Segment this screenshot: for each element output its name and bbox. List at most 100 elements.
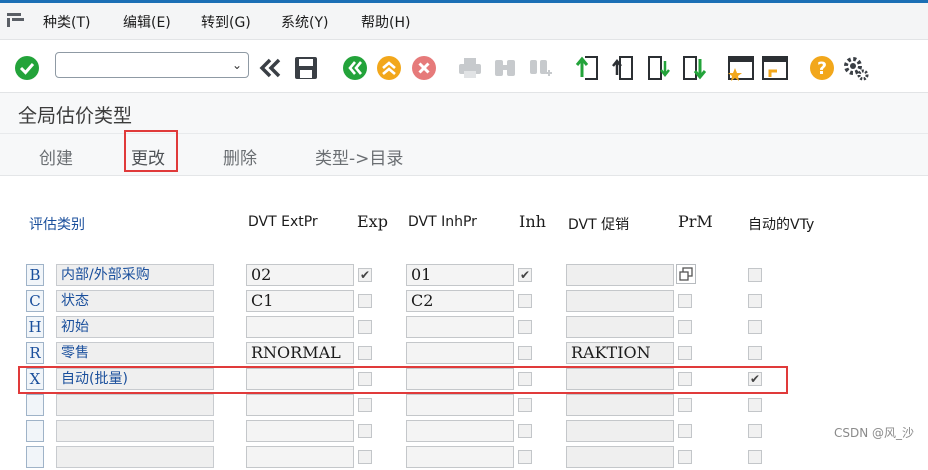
menu-item-edit[interactable]: 编辑(E) [123,12,171,32]
category-description [56,394,214,416]
prm-checkbox[interactable] [678,450,692,464]
prm-checkbox[interactable] [678,320,692,334]
back-green-icon[interactable] [341,54,369,82]
header-auto-vty: 自动的VTy [748,217,815,233]
find-icon [491,54,519,82]
prm-checkbox[interactable] [678,424,692,438]
prm-value-help-icon[interactable] [676,264,696,284]
exp-checkbox[interactable] [358,320,372,334]
header-exp: Exp [357,212,388,231]
row-x-highlight [18,366,788,394]
exp-checkbox[interactable] [358,424,372,438]
last-page-icon[interactable] [679,54,707,82]
shortcut-icon[interactable] [761,54,789,82]
back-icon[interactable] [257,54,285,82]
dvt-ext-field[interactable] [246,316,354,338]
auto-vty-checkbox[interactable] [748,320,762,334]
first-page-icon[interactable] [574,54,602,82]
auto-vty-checkbox[interactable] [748,424,762,438]
find-next-icon [526,54,554,82]
enter-icon[interactable] [13,54,41,82]
table-row: B 内部/外部采购 02 ✔ 01 ✔ [0,264,928,288]
table-row: R 零售 RNORMAL RAKTION [0,342,928,366]
dvt-inh-field[interactable] [406,316,514,338]
header-prm: PrM [678,212,713,231]
dvt-inh-field[interactable]: C2 [406,290,514,312]
inh-checkbox[interactable] [518,294,532,308]
exit-icon[interactable] [375,54,403,82]
dvt-promo-field[interactable] [566,420,674,442]
exp-checkbox[interactable] [358,294,372,308]
dvt-ext-field[interactable] [246,446,354,468]
type-to-directory-button[interactable]: 类型->目录 [315,144,403,169]
category-key[interactable] [26,446,44,468]
dvt-promo-field[interactable] [566,290,674,312]
dvt-ext-field[interactable] [246,394,354,416]
auto-vty-checkbox[interactable] [748,398,762,412]
category-description [56,420,214,442]
prm-checkbox[interactable] [678,294,692,308]
category-key[interactable] [26,420,44,442]
auto-vty-checkbox[interactable] [748,294,762,308]
auto-vty-checkbox[interactable] [748,346,762,360]
dvt-ext-field[interactable] [246,420,354,442]
menu-item-system[interactable]: 系统(Y) [281,12,328,32]
header-dvt-inh: DVT InhPr [408,214,477,230]
menu-icon[interactable] [7,12,25,28]
page-title: 全局估价类型 [18,105,133,127]
header-category: 评估类别 [29,217,85,233]
category-key[interactable]: H [26,316,44,338]
auto-vty-checkbox[interactable] [748,450,762,464]
category-key[interactable]: R [26,342,44,364]
prm-checkbox[interactable] [678,346,692,360]
prm-checkbox[interactable] [678,398,692,412]
inh-checkbox[interactable] [518,450,532,464]
settings-icon[interactable] [842,54,870,82]
create-button[interactable]: 创建 [39,144,73,169]
exp-checkbox[interactable] [358,450,372,464]
menu-item-help[interactable]: 帮助(H) [361,12,410,32]
category-key[interactable] [26,394,44,416]
category-description: 初始 [56,316,214,338]
title-bar: 全局估价类型 [0,93,928,134]
cancel-icon[interactable] [410,54,438,82]
dvt-inh-field[interactable] [406,394,514,416]
delete-button[interactable]: 删除 [223,144,257,169]
command-field[interactable]: ⌄ [55,52,249,78]
exp-checkbox[interactable] [358,346,372,360]
exp-checkbox[interactable]: ✔ [358,268,372,282]
watermark: CSDN @风_沙 [833,426,914,440]
exp-checkbox[interactable] [358,398,372,412]
new-session-icon[interactable] [727,54,755,82]
dvt-promo-field[interactable] [566,394,674,416]
category-key[interactable]: B [26,264,44,286]
next-page-icon[interactable] [644,54,672,82]
dvt-promo-field[interactable]: RAKTION [566,342,674,364]
inh-checkbox[interactable] [518,320,532,334]
save-icon[interactable] [292,54,320,82]
category-key[interactable]: C [26,290,44,312]
inh-checkbox[interactable] [518,346,532,360]
help-icon[interactable]: ? [808,54,836,82]
inh-checkbox[interactable]: ✔ [518,268,532,282]
prev-page-icon[interactable] [609,54,637,82]
dvt-ext-field[interactable]: C1 [246,290,354,312]
auto-vty-checkbox[interactable] [748,268,762,282]
dvt-inh-field[interactable] [406,420,514,442]
dvt-promo-field[interactable] [566,316,674,338]
inh-checkbox[interactable] [518,424,532,438]
dvt-ext-field[interactable]: 02 [246,264,354,286]
inh-checkbox[interactable] [518,398,532,412]
chevron-down-icon[interactable]: ⌄ [232,58,242,72]
menu-item-type[interactable]: 种类(T) [43,12,90,32]
dvt-inh-field[interactable] [406,342,514,364]
dvt-promo-field[interactable] [566,446,674,468]
dvt-inh-field[interactable] [406,446,514,468]
menu-item-goto[interactable]: 转到(G) [201,12,251,32]
header-inh: Inh [519,212,546,231]
dvt-promo-field[interactable] [566,264,674,286]
print-icon [456,54,484,82]
dvt-inh-field[interactable]: 01 [406,264,514,286]
table-row: C 状态 C1 C2 [0,290,928,314]
dvt-ext-field[interactable]: RNORMAL [246,342,354,364]
